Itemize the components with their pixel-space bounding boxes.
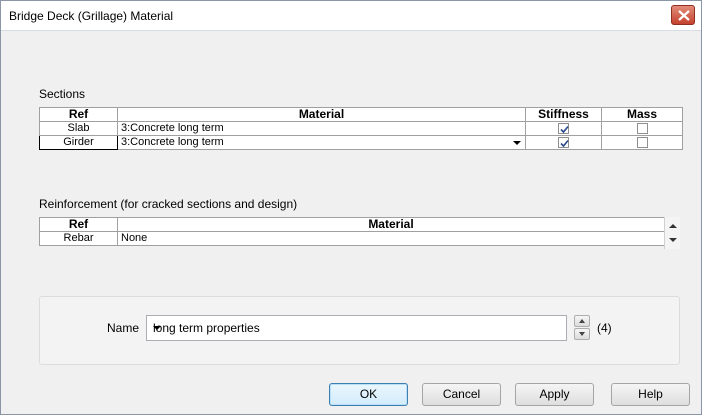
- scroll-up-icon[interactable]: [669, 224, 677, 228]
- name-combobox[interactable]: long term properties: [146, 315, 567, 341]
- row-ref-cell[interactable]: Slab: [39, 121, 118, 136]
- row-ref-cell[interactable]: Girder: [39, 135, 118, 150]
- material-dropdown-value: 3:Concrete long term: [121, 136, 224, 149]
- cancel-button[interactable]: Cancel: [422, 383, 501, 406]
- mass-cell: [601, 135, 683, 150]
- spin-down-button[interactable]: [574, 328, 590, 340]
- name-count: (4): [597, 321, 612, 335]
- spin-up-button[interactable]: [574, 315, 590, 327]
- stiffness-cell: [525, 135, 602, 150]
- column-header-material: Material: [117, 107, 526, 122]
- material-cell[interactable]: 3:Concrete long term: [117, 121, 526, 136]
- name-spinner[interactable]: [574, 315, 590, 341]
- table-row[interactable]: Rebar None: [39, 231, 665, 246]
- mass-checkbox[interactable]: [636, 136, 648, 148]
- apply-button[interactable]: Apply: [515, 383, 594, 406]
- title-bar: Bridge Deck (Grillage) Material: [1, 1, 701, 31]
- chevron-down-icon[interactable]: [513, 141, 521, 145]
- stiffness-cell: [525, 121, 602, 136]
- window-title: Bridge Deck (Grillage) Material: [9, 9, 174, 23]
- column-header-ref: Ref: [39, 217, 118, 232]
- checkmark-icon: [560, 139, 569, 147]
- dialog-window: Bridge Deck (Grillage) Material Sections…: [0, 0, 702, 415]
- column-header-mass: Mass: [601, 107, 683, 122]
- stiffness-checkbox[interactable]: [558, 136, 569, 148]
- close-icon: [678, 10, 690, 21]
- row-ref-cell[interactable]: Rebar: [39, 231, 118, 246]
- reinforcement-table: Ref Material Rebar None: [39, 217, 665, 246]
- stiffness-checkbox[interactable]: [558, 122, 569, 134]
- scroll-down-icon[interactable]: [669, 238, 677, 242]
- column-header-stiffness: Stiffness: [525, 107, 602, 122]
- table-row[interactable]: Girder 3:Concrete long term: [39, 135, 683, 150]
- arrow-up-icon: [579, 319, 585, 323]
- column-header-ref: Ref: [39, 107, 118, 122]
- mass-cell: [601, 121, 683, 136]
- table-header-row: Ref Material: [39, 217, 665, 232]
- sections-label: Sections: [39, 87, 86, 101]
- material-dropdown[interactable]: 3:Concrete long term: [117, 135, 526, 150]
- help-button[interactable]: Help: [611, 383, 690, 406]
- table-header-row: Ref Material Stiffness Mass: [39, 107, 683, 122]
- column-header-material: Material: [117, 217, 665, 232]
- reinforcement-label: Reinforcement (for cracked sections and …: [39, 197, 298, 211]
- ok-button[interactable]: OK: [329, 383, 408, 406]
- table-row[interactable]: Slab 3:Concrete long term: [39, 121, 683, 136]
- name-label: Name: [107, 321, 140, 335]
- chevron-down-icon[interactable]: [153, 326, 161, 330]
- close-button[interactable]: [671, 5, 695, 25]
- checkmark-icon: [560, 125, 569, 133]
- arrow-down-icon: [579, 332, 585, 336]
- name-value: long term properties: [153, 321, 260, 335]
- mass-checkbox[interactable]: [636, 122, 648, 134]
- reinforcement-scrollbar[interactable]: [664, 217, 680, 249]
- material-cell[interactable]: None: [117, 231, 665, 246]
- sections-table: Ref Material Stiffness Mass Slab 3:Concr…: [39, 107, 683, 150]
